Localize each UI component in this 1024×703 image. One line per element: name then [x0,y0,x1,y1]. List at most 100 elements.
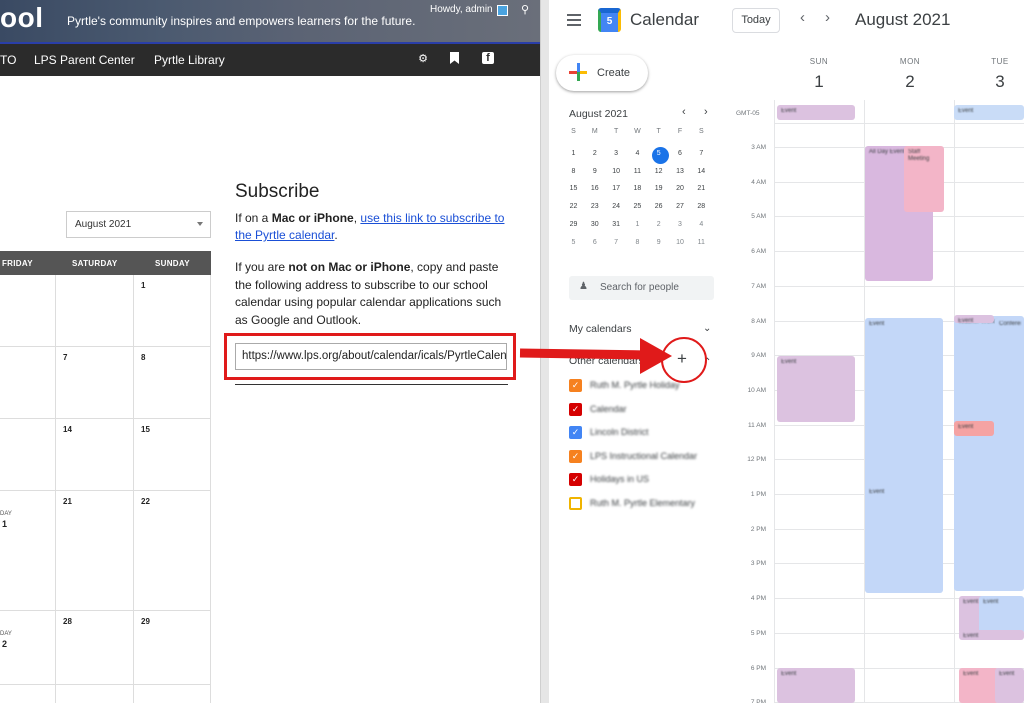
calendar-event[interactable]: Event [865,486,943,495]
facebook-icon[interactable]: f [482,52,494,64]
chevron-right-icon[interactable]: › [825,9,830,26]
checkbox-icon[interactable]: ✓ [569,473,582,486]
mini-day[interactable]: 7 [691,150,712,157]
mini-day[interactable]: 17 [606,185,627,192]
window-divider[interactable] [540,0,549,703]
mini-day[interactable]: 31 [606,221,627,228]
calendar-event[interactable]: Event [777,668,855,703]
calendar-event[interactable]: Conference [995,318,1024,448]
checkbox-icon[interactable]: ✓ [569,449,582,463]
gear-icon[interactable]: ⚙ [416,52,430,66]
mini-day[interactable]: 24 [606,203,627,210]
mini-day[interactable]: 6 [584,239,605,246]
mini-day[interactable]: 10 [670,239,691,246]
calendar-cell[interactable] [0,275,56,347]
mini-day[interactable]: 1 [563,150,584,157]
mini-day[interactable]: 10 [606,168,627,175]
mini-day[interactable]: 4 [691,221,712,228]
calendar-event[interactable]: Event [959,630,1024,640]
mini-day[interactable]: 18 [627,185,648,192]
mini-day[interactable]: 3 [670,221,691,228]
calendar-cell[interactable] [134,685,211,703]
mini-day[interactable]: 27 [670,203,691,210]
calendar-event[interactable]: Event [979,596,1024,634]
add-other-calendar-icon[interactable]: + [677,349,687,369]
chevron-left-icon[interactable]: ‹ [800,9,805,26]
calendar-event[interactable]: Event [954,421,994,436]
day-header-tue[interactable]: TUE 3 [980,57,1020,92]
mini-day[interactable]: 1 [627,221,648,228]
mini-day[interactable]: 16 [584,185,605,192]
calendar-cell[interactable]: DAY 1 [0,491,56,611]
calendar-cell[interactable]: DAY 2 [0,611,56,685]
chevron-down-icon[interactable]: ⌄ [703,323,711,334]
calendar-cell[interactable] [0,419,56,491]
mini-day[interactable]: 5 [563,239,584,246]
nav-item-parent-center[interactable]: LPS Parent Center [34,53,135,67]
mini-day[interactable]: 2 [648,221,669,228]
mini-chevron-right-icon[interactable]: › [704,106,708,118]
checkbox-icon[interactable]: ✓ [569,426,582,439]
calendar-cell[interactable] [56,685,134,703]
menu-icon[interactable] [567,14,581,29]
calendar-cell[interactable]: 15 [134,419,211,491]
calendar-list-item[interactable]: ✓ Lincoln District [569,426,719,440]
mini-day[interactable]: 28 [691,203,712,210]
mini-day[interactable]: 20 [670,185,691,192]
calendar-list-item[interactable]: ✓ LPS Instructional Calendar [569,449,719,464]
search-icon[interactable]: ⚲ [521,3,529,16]
calendar-cell[interactable]: 7 [56,347,134,419]
mini-day[interactable]: 9 [648,239,669,246]
mini-day[interactable]: 11 [691,239,712,246]
mini-day[interactable]: 5 [648,150,669,157]
mini-day[interactable]: 26 [648,203,669,210]
checkbox-icon[interactable]: ✓ [569,402,582,416]
site-brand[interactable]: ool [0,0,44,36]
mini-day[interactable]: 14 [691,168,712,175]
day-header-mon[interactable]: MON 2 [890,57,930,92]
mini-day[interactable]: 13 [670,168,691,175]
mini-day[interactable]: 22 [563,203,584,210]
howdy-user[interactable]: Howdy, admin [430,4,493,15]
calendar-event[interactable]: Event [995,668,1024,703]
search-people-input[interactable]: ♟ Search for people [569,276,714,300]
mini-day[interactable]: 25 [627,203,648,210]
mini-day[interactable]: 23 [584,203,605,210]
checkbox-icon[interactable] [569,496,582,510]
calendar-cell[interactable]: 22 [134,491,211,611]
mini-chevron-left-icon[interactable]: ‹ [682,106,686,118]
calendar-event[interactable]: Event [777,105,855,120]
calendar-cell[interactable]: 14 [56,419,134,491]
mini-day[interactable]: 7 [606,239,627,246]
mini-day[interactable]: 9 [584,168,605,175]
mini-day[interactable]: 8 [563,168,584,175]
calendar-cell[interactable] [0,685,56,703]
month-select[interactable]: August 2021 [66,211,211,238]
mini-day[interactable]: 21 [691,185,712,192]
mini-day[interactable]: 2 [584,150,605,157]
calendar-list-item[interactable]: ✓ Holidays in US [569,473,719,487]
mini-day[interactable]: 4 [627,150,648,157]
nav-item-to[interactable]: TO [0,53,16,67]
calendar-event[interactable]: Event [954,315,994,324]
nav-item-library[interactable]: Pyrtle Library [154,53,225,67]
other-calendars-heading[interactable]: Other calendars [569,355,644,367]
mini-day[interactable]: 6 [670,150,691,157]
calendar-event[interactable]: Event [959,668,999,703]
mini-day[interactable]: 15 [563,185,584,192]
avatar[interactable] [497,5,508,16]
calendar-cell[interactable]: 29 [134,611,211,685]
calendar-event[interactable]: Event [954,105,1024,120]
calendar-cell[interactable]: 1 [134,275,211,347]
calendar-list-item[interactable]: ✓ Ruth M. Pyrtle Holiday [569,379,719,393]
mini-day[interactable]: 19 [648,185,669,192]
mini-day[interactable]: 12 [648,168,669,175]
mini-day[interactable]: 30 [584,221,605,228]
mini-day[interactable]: 29 [563,221,584,228]
calendar-list-item[interactable]: ✓ Calendar [569,402,719,417]
today-button[interactable]: Today [732,8,780,33]
calendar-list-item[interactable]: Ruth M. Pyrtle Elementary [569,496,719,511]
mini-day[interactable]: 3 [606,150,627,157]
calendar-cell[interactable]: 28 [56,611,134,685]
calendar-cell[interactable] [56,275,134,347]
